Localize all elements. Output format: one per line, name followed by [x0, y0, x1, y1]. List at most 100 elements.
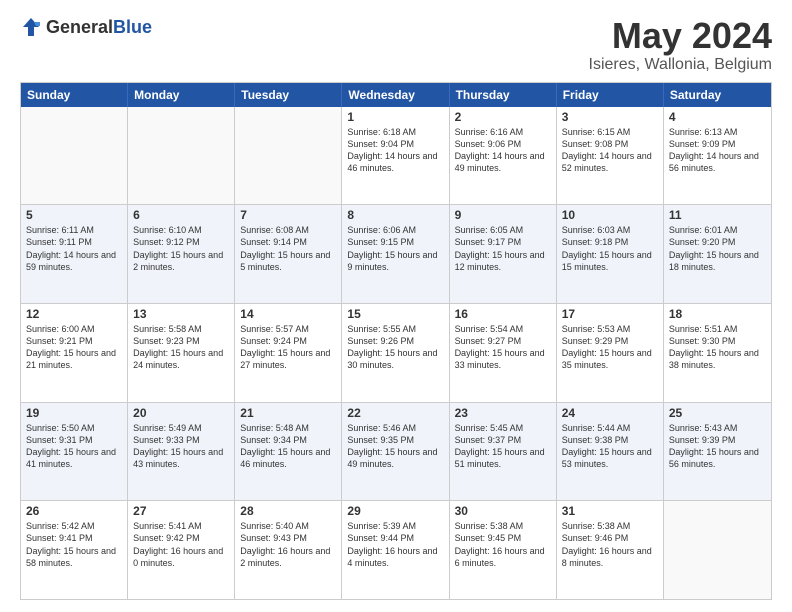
day-number: 20 — [133, 406, 229, 420]
cell-info: Sunrise: 5:42 AM Sunset: 9:41 PM Dayligh… — [26, 520, 122, 569]
day-cell-15: 15 Sunrise: 5:55 AM Sunset: 9:26 PM Dayli… — [342, 304, 449, 402]
cell-info: Sunrise: 5:39 AM Sunset: 9:44 PM Dayligh… — [347, 520, 443, 569]
day-cell-20: 20Sunrise: 5:49 AM Sunset: 9:33 PM Dayli… — [128, 403, 235, 501]
cell-info: Sunrise: 6:10 AM Sunset: 9:12 PM Dayligh… — [133, 224, 229, 273]
day-number: 12 — [26, 307, 122, 321]
day-cell-31: 31Sunrise: 5:38 AM Sunset: 9:46 PM Dayli… — [557, 501, 664, 599]
day-number: 18 — [669, 307, 766, 321]
cell-info: Sunrise: 5:53 AM Sunset: 9:29 PM Dayligh… — [562, 323, 658, 372]
logo-icon — [20, 16, 42, 38]
cell-info: Sunrise: 5:40 AM Sunset: 9:43 PM Dayligh… — [240, 520, 336, 569]
day-number: 26 — [26, 504, 122, 518]
day-cell-18: 18Sunrise: 5:51 AM Sunset: 9:30 PM Dayli… — [664, 304, 771, 402]
day-number: 29 — [347, 504, 443, 518]
day-number: 2 — [455, 110, 551, 124]
calendar-body: 1Sunrise: 6:18 AM Sunset: 9:04 PM Daylig… — [21, 107, 771, 599]
day-number: 4 — [669, 110, 766, 124]
cell-info: Sunrise: 6:08 AM Sunset: 9:14 PM Dayligh… — [240, 224, 336, 273]
empty-cell — [664, 501, 771, 599]
calendar: SundayMondayTuesdayWednesdayThursdayFrid… — [20, 82, 772, 600]
cell-info: Sunrise: 5:43 AM Sunset: 9:39 PM Dayligh… — [669, 422, 766, 471]
day-cell-5: 5 Sunrise: 6:11 AM Sunset: 9:11 PM Daylig… — [21, 205, 128, 303]
day-cell-7: 7 Sunrise: 6:08 AM Sunset: 9:14 PM Daylig… — [235, 205, 342, 303]
cell-info: Sunrise: 5:48 AM Sunset: 9:34 PM Dayligh… — [240, 422, 336, 471]
day-number: 31 — [562, 504, 658, 518]
header-day-thursday: Thursday — [450, 83, 557, 107]
cell-info: Sunrise: 6:11 AM Sunset: 9:11 PM Dayligh… — [26, 224, 122, 273]
day-number: 15 — [347, 307, 443, 321]
header-right: May 2024 Isieres, Wallonia, Belgium — [589, 16, 772, 74]
cell-info: Sunrise: 6:15 AM Sunset: 9:08 PM Dayligh… — [562, 126, 658, 175]
day-cell-6: 6 Sunrise: 6:10 AM Sunset: 9:12 PM Daylig… — [128, 205, 235, 303]
day-cell-29: 29 Sunrise: 5:39 AM Sunset: 9:44 PM Dayli… — [342, 501, 449, 599]
day-number: 10 — [562, 208, 658, 222]
day-cell-24: 24 Sunrise: 5:44 AM Sunset: 9:38 PM Dayli… — [557, 403, 664, 501]
day-number: 19 — [26, 406, 122, 420]
location: Isieres, Wallonia, Belgium — [589, 56, 772, 74]
day-number: 14 — [240, 307, 336, 321]
header-day-sunday: Sunday — [21, 83, 128, 107]
day-number: 7 — [240, 208, 336, 222]
day-cell-10: 10 Sunrise: 6:03 AM Sunset: 9:18 PM Dayli… — [557, 205, 664, 303]
logo: GeneralBlue — [20, 16, 152, 38]
day-cell-1: 1Sunrise: 6:18 AM Sunset: 9:04 PM Daylig… — [342, 107, 449, 205]
cell-info: Sunrise: 5:46 AM Sunset: 9:35 PM Dayligh… — [347, 422, 443, 471]
page: GeneralBlue May 2024 Isieres, Wallonia, … — [0, 0, 792, 612]
empty-cell — [21, 107, 128, 205]
cell-info: Sunrise: 5:41 AM Sunset: 9:42 PM Dayligh… — [133, 520, 229, 569]
cell-info: Sunrise: 5:38 AM Sunset: 9:45 PM Dayligh… — [455, 520, 551, 569]
day-cell-22: 22 Sunrise: 5:46 AM Sunset: 9:35 PM Dayli… — [342, 403, 449, 501]
cell-info: Sunrise: 5:57 AM Sunset: 9:24 PM Dayligh… — [240, 323, 336, 372]
header-day-friday: Friday — [557, 83, 664, 107]
cell-info: Sunrise: 6:00 AM Sunset: 9:21 PM Dayligh… — [26, 323, 122, 372]
cell-info: Sunrise: 5:44 AM Sunset: 9:38 PM Dayligh… — [562, 422, 658, 471]
day-cell-14: 14 Sunrise: 5:57 AM Sunset: 9:24 PM Dayli… — [235, 304, 342, 402]
day-number: 17 — [562, 307, 658, 321]
day-number: 9 — [455, 208, 551, 222]
cell-info: Sunrise: 5:45 AM Sunset: 9:37 PM Dayligh… — [455, 422, 551, 471]
day-cell-25: 25 Sunrise: 5:43 AM Sunset: 9:39 PM Dayli… — [664, 403, 771, 501]
cell-info: Sunrise: 5:50 AM Sunset: 9:31 PM Dayligh… — [26, 422, 122, 471]
day-number: 22 — [347, 406, 443, 420]
cell-info: Sunrise: 6:18 AM Sunset: 9:04 PM Dayligh… — [347, 126, 443, 175]
day-cell-3: 3Sunrise: 6:15 AM Sunset: 9:08 PM Daylig… — [557, 107, 664, 205]
day-cell-4: 4 Sunrise: 6:13 AM Sunset: 9:09 PM Daylig… — [664, 107, 771, 205]
header-day-saturday: Saturday — [664, 83, 771, 107]
cell-info: Sunrise: 5:55 AM Sunset: 9:26 PM Dayligh… — [347, 323, 443, 372]
day-cell-17: 17 Sunrise: 5:53 AM Sunset: 9:29 PM Dayli… — [557, 304, 664, 402]
day-cell-30: 30 Sunrise: 5:38 AM Sunset: 9:45 PM Dayli… — [450, 501, 557, 599]
day-number: 8 — [347, 208, 443, 222]
header-day-monday: Monday — [128, 83, 235, 107]
day-number: 6 — [133, 208, 229, 222]
week-row-2: 5 Sunrise: 6:11 AM Sunset: 9:11 PM Daylig… — [21, 204, 771, 303]
header: GeneralBlue May 2024 Isieres, Wallonia, … — [20, 16, 772, 74]
week-row-1: 1Sunrise: 6:18 AM Sunset: 9:04 PM Daylig… — [21, 107, 771, 205]
day-cell-26: 26 Sunrise: 5:42 AM Sunset: 9:41 PM Dayli… — [21, 501, 128, 599]
day-number: 24 — [562, 406, 658, 420]
day-cell-13: 13 Sunrise: 5:58 AM Sunset: 9:23 PM Dayli… — [128, 304, 235, 402]
day-number: 30 — [455, 504, 551, 518]
day-number: 25 — [669, 406, 766, 420]
day-cell-16: 16Sunrise: 5:54 AM Sunset: 9:27 PM Dayli… — [450, 304, 557, 402]
header-day-wednesday: Wednesday — [342, 83, 449, 107]
day-cell-8: 8 Sunrise: 6:06 AM Sunset: 9:15 PM Daylig… — [342, 205, 449, 303]
day-cell-21: 21 Sunrise: 5:48 AM Sunset: 9:34 PM Dayli… — [235, 403, 342, 501]
day-number: 28 — [240, 504, 336, 518]
day-cell-27: 27Sunrise: 5:41 AM Sunset: 9:42 PM Dayli… — [128, 501, 235, 599]
header-day-tuesday: Tuesday — [235, 83, 342, 107]
cell-info: Sunrise: 5:58 AM Sunset: 9:23 PM Dayligh… — [133, 323, 229, 372]
cell-info: Sunrise: 6:13 AM Sunset: 9:09 PM Dayligh… — [669, 126, 766, 175]
day-cell-9: 9Sunrise: 6:05 AM Sunset: 9:17 PM Daylig… — [450, 205, 557, 303]
day-number: 11 — [669, 208, 766, 222]
week-row-5: 26 Sunrise: 5:42 AM Sunset: 9:41 PM Dayli… — [21, 500, 771, 599]
empty-cell — [128, 107, 235, 205]
day-cell-19: 19 Sunrise: 5:50 AM Sunset: 9:31 PM Dayli… — [21, 403, 128, 501]
cell-info: Sunrise: 6:03 AM Sunset: 9:18 PM Dayligh… — [562, 224, 658, 273]
cell-info: Sunrise: 6:01 AM Sunset: 9:20 PM Dayligh… — [669, 224, 766, 273]
day-number: 13 — [133, 307, 229, 321]
cell-info: Sunrise: 5:54 AM Sunset: 9:27 PM Dayligh… — [455, 323, 551, 372]
week-row-3: 12 Sunrise: 6:00 AM Sunset: 9:21 PM Dayli… — [21, 303, 771, 402]
cell-info: Sunrise: 6:06 AM Sunset: 9:15 PM Dayligh… — [347, 224, 443, 273]
day-number: 21 — [240, 406, 336, 420]
day-number: 5 — [26, 208, 122, 222]
